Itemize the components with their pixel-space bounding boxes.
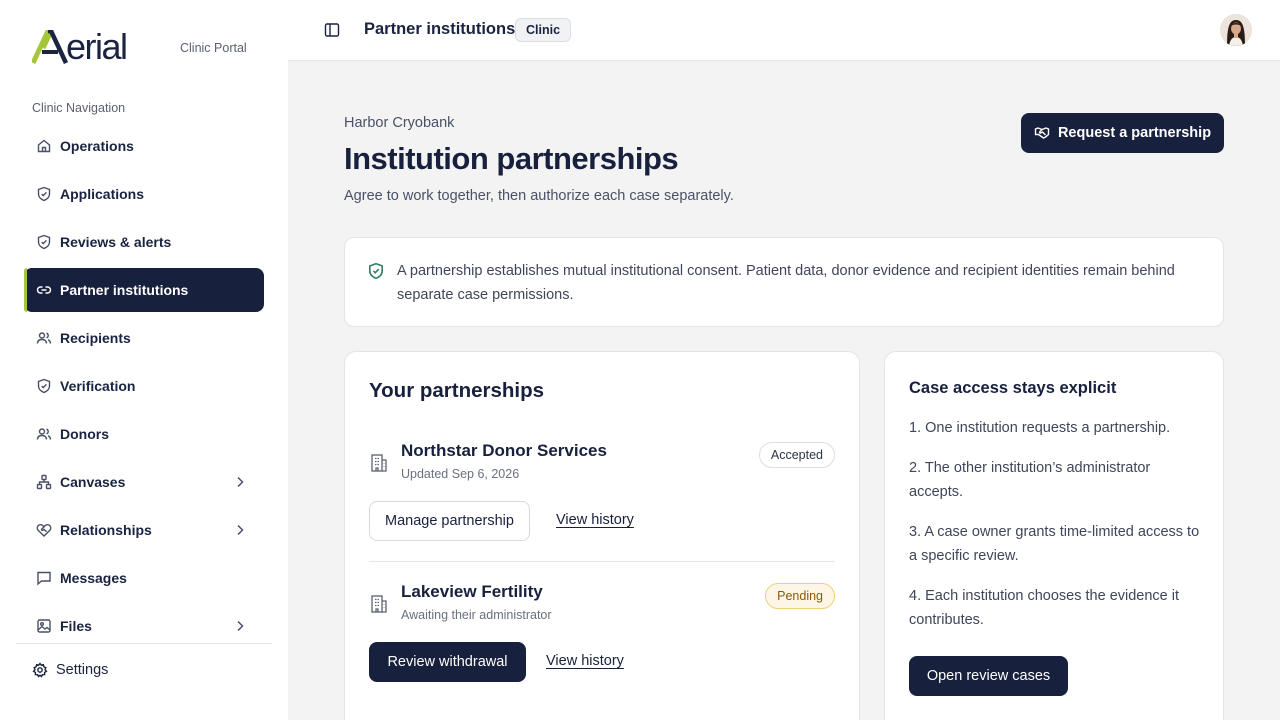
chevron-right-icon [232, 522, 248, 541]
status-badge: Pending [765, 583, 835, 609]
building-icon [369, 453, 389, 473]
view-history-link[interactable]: View history [546, 653, 624, 669]
topbar: Partner institutions Clinic [288, 0, 1280, 61]
chevron-right-icon [232, 618, 248, 637]
sidebar-item-recipients[interactable]: Recipients [24, 316, 264, 360]
sidebar-item-partner-institutions[interactable]: Partner institutions [24, 268, 264, 312]
sidebar-item-applications[interactable]: Applications [24, 172, 264, 216]
access-step: 2. The other institution’s administrator… [909, 460, 1151, 500]
shield-check-icon [367, 262, 385, 280]
sidebar-item-label: Partner institutions [60, 282, 189, 298]
users-icon [36, 426, 52, 442]
nav-heading: Clinic Navigation [32, 101, 126, 115]
partner-name: Lakeview Fertility [401, 582, 543, 601]
access-step: 3. A case owner grants time-limited acce… [909, 524, 1200, 564]
open-review-cases-button[interactable]: Open review cases [909, 656, 1068, 696]
avatar[interactable] [1220, 14, 1252, 46]
sidebar-item-label: Relationships [60, 522, 152, 538]
logo-wordmark: erial [66, 26, 128, 67]
sidebar-item-donors[interactable]: Donors [24, 412, 264, 456]
shield-check-icon [36, 186, 52, 202]
brand: erial [32, 26, 128, 67]
view-history-link[interactable]: View history [556, 512, 634, 528]
notice-text: A partnership establishes mutual institu… [397, 263, 1175, 303]
sidebar-item-label: Donors [60, 426, 109, 442]
page-title: Institution partnerships [344, 141, 679, 176]
aerial-logo[interactable]: erial [32, 26, 128, 67]
handshake-icon [1034, 125, 1050, 141]
message-icon [36, 570, 52, 586]
sidebar-item-operations[interactable]: Operations [24, 124, 264, 168]
sidebar-divider [16, 643, 272, 644]
partnerships-card: Your partnerships Northstar Donor Servic… [344, 351, 860, 720]
partner-meta: Awaiting their administrator [401, 608, 552, 622]
sidebar-item-files[interactable]: Files [24, 604, 264, 648]
sidebar-item-label: Operations [60, 138, 134, 154]
review-withdrawal-button[interactable]: Review withdrawal [369, 642, 526, 682]
partner-name: Northstar Donor Services [401, 441, 607, 460]
sidebar-item-relationships[interactable]: Relationships [24, 508, 264, 552]
request-partnership-button[interactable]: Request a partnership [1021, 113, 1224, 153]
shield-check-icon [36, 378, 52, 394]
sidebar-item-label: Canvases [60, 474, 126, 490]
users-icon [36, 330, 52, 346]
logo-a-mark [32, 30, 68, 64]
partner-meta: Updated Sep 6, 2026 [401, 467, 520, 481]
sidebar-item-label: Messages [60, 570, 127, 586]
access-step: 1. One institution requests a partnershi… [909, 420, 1171, 436]
settings-link[interactable]: Settings [32, 662, 108, 678]
partnership-divider [369, 561, 835, 562]
link-icon [36, 282, 52, 298]
settings-label: Settings [56, 662, 109, 678]
network-icon [36, 474, 52, 490]
heart-handshake-icon [36, 522, 52, 538]
building-icon [369, 594, 389, 614]
partnership-item: Northstar Donor Services Updated Sep 6, … [369, 441, 835, 541]
access-steps: 1. One institution requests a partnershi… [909, 416, 1205, 648]
sidebar-item-messages[interactable]: Messages [24, 556, 264, 600]
chevron-right-icon [232, 474, 248, 493]
access-step: 4. Each institution chooses the evidence… [909, 588, 1180, 628]
sidebar-item-canvases[interactable]: Canvases [24, 460, 264, 504]
manage-partnership-button[interactable]: Manage partnership [369, 501, 530, 541]
role-badge: Clinic [515, 18, 572, 42]
case-access-card: Case access stays explicit 1. One instit… [884, 351, 1224, 720]
page-subtitle: Agree to work together, then authorize e… [344, 188, 734, 204]
sidebar: erial Clinic Portal Clinic Navigation Op… [0, 0, 288, 720]
sidebar-item-label: Applications [60, 186, 145, 202]
status-badge: Accepted [758, 442, 835, 468]
sidebar-nav: Operations Applications Reviews & alerts… [24, 124, 264, 652]
page-heading: Partner institutions [364, 20, 516, 38]
organization-name: Harbor Cryobank [344, 115, 455, 131]
image-icon [36, 618, 52, 634]
portal-label: Clinic Portal [180, 41, 247, 55]
partnerships-title: Your partnerships [369, 379, 545, 402]
sidebar-toggle-icon[interactable] [324, 22, 340, 38]
sidebar-item-reviews-alerts[interactable]: Reviews & alerts [24, 220, 264, 264]
consent-notice: A partnership establishes mutual institu… [344, 237, 1224, 327]
request-partnership-label: Request a partnership [1057, 125, 1212, 141]
sidebar-item-label: Recipients [60, 330, 131, 346]
shield-check-icon [36, 234, 52, 250]
home-icon [36, 138, 52, 154]
sidebar-item-label: Verification [60, 378, 136, 394]
sidebar-item-verification[interactable]: Verification [24, 364, 264, 408]
gear-icon [32, 662, 48, 678]
case-access-title: Case access stays explicit [909, 379, 1117, 397]
sidebar-item-label: Reviews & alerts [60, 234, 172, 250]
sidebar-item-label: Files [60, 618, 92, 634]
partnership-item: Lakeview Fertility Awaiting their admini… [369, 582, 835, 682]
